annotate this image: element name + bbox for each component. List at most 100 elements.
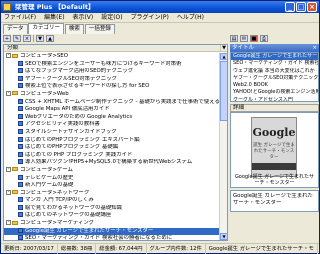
tab-search[interactable]: 検索 xyxy=(64,24,84,34)
vertical-scrollbar[interactable]: ▲ ▼ xyxy=(219,53,227,240)
menu-settings[interactable]: 設定(O) xyxy=(98,13,125,23)
folder-icon xyxy=(12,190,18,195)
bookmark-item[interactable]: はじめてのPHPプログラミング 基礎編 xyxy=(4,144,220,152)
expand-icon[interactable]: - xyxy=(6,90,11,96)
row-label: ヤフー・グーグルSEO対策テクニック xyxy=(25,75,117,82)
title-list-header: タイトル × xyxy=(230,44,319,52)
title-list[interactable]: Google誕生 ガレージで生まれたサー SEO・マーケティング・ガイド 検索社会… xyxy=(230,52,319,102)
title-list-item[interactable]: ウェブ進化論 本当の大変化はこれか xyxy=(231,68,318,75)
bookmark-item[interactable]: SEOで検索エンジンをユーザーも味方につけるキーワード対策術 xyxy=(4,60,220,69)
category-tree[interactable]: 分類 ▼ - コンピュータ>SEO SEOで検索エンジンをユーザーも味方につけるキー… xyxy=(3,44,228,241)
category-node[interactable]: - コンピュータ>マーケティング xyxy=(4,220,220,228)
close-button[interactable]: × xyxy=(307,2,317,12)
bookmark-item[interactable]: 検索上位で表示させるキーワードの探し方 for SEO xyxy=(4,83,220,91)
status-bar: 更新日: 2007/03/17 総冊数: 38冊 総金額: 67,044円 グル… xyxy=(1,243,319,254)
menu-edit[interactable]: 編集(E) xyxy=(41,13,67,23)
bookmark-icon xyxy=(18,128,23,134)
book-cover-title: Google xyxy=(252,126,296,139)
expand-icon[interactable]: - xyxy=(6,53,11,58)
category-node[interactable]: - コンピュータ>Web xyxy=(4,90,220,99)
expand-icon[interactable]: - xyxy=(6,220,11,226)
expand-icon[interactable]: - xyxy=(6,166,11,172)
new-icon[interactable]: + xyxy=(3,35,11,42)
bookmark-icon xyxy=(18,212,23,218)
scroll-up-icon[interactable]: ▲ xyxy=(220,53,227,60)
close-icon[interactable]: × xyxy=(312,44,317,52)
status-count: 総冊数: 38冊 xyxy=(58,244,97,254)
bookmark-icon xyxy=(18,83,23,89)
bookmark-icon xyxy=(18,75,23,81)
title-list-item[interactable]: ヤフー・グーグルSEO対策テクニック xyxy=(231,75,318,82)
bookmark-item[interactable]: マンガ 入門 TCP/IPのしくみ xyxy=(4,197,220,205)
collapse-icon[interactable]: ▲ xyxy=(46,35,54,42)
bookmark-item[interactable]: 導入効果バツグン!PHP5+MySQL5.0で構築する新世代Webシステム xyxy=(4,159,220,167)
bookmark-icon xyxy=(18,121,23,127)
mail-icon[interactable]: ✉ xyxy=(240,35,248,42)
row-label: はじめてのネットワークの基礎講座 xyxy=(25,212,112,219)
edit-icon[interactable]: ✎ xyxy=(13,35,21,42)
maximize-button[interactable]: □ xyxy=(296,2,306,12)
bookmark-icon xyxy=(18,227,23,233)
bookmark-item[interactable]: はじめてのネットワークの基礎講座 xyxy=(4,212,220,220)
folder-icon xyxy=(12,53,18,58)
bookmark-item[interactable]: Google Maps API 徹底活用ガイド xyxy=(4,106,220,114)
row-label: SEOで検索エンジンをユーザーも味方につけるキーワード対策術 xyxy=(25,60,182,67)
tab-data[interactable]: データ xyxy=(3,24,28,34)
bookmark-item[interactable]: はじめてのPHPプログラミング エキスパート編 xyxy=(4,136,220,145)
category-node[interactable]: - コンピュータ>ゲーム xyxy=(4,166,220,175)
menu-plugin[interactable]: プラグイン(P) xyxy=(128,13,172,23)
column-header-label: 分類 xyxy=(7,45,19,51)
bookmark-item[interactable]: テレビゲームの歴史 xyxy=(4,174,220,183)
menu-file[interactable]: ファイル(F) xyxy=(1,13,39,23)
bookmark-icon xyxy=(18,204,23,210)
bookmark-item[interactable]: 絵で見てわかるネットワークの基礎知識 xyxy=(4,204,220,213)
row-label: Google Maps API 徹底活用ガイド xyxy=(25,106,110,113)
bookmark-item[interactable]: Webクリエータのための Google Analytics xyxy=(4,113,220,122)
detail-info-line: Google誕生 ガレージで生まれた xyxy=(233,193,313,199)
bookmark-item[interactable]: スタイルシートデザインガイドブック xyxy=(4,128,220,137)
bookmark-icon xyxy=(18,60,23,66)
window-title: 栞管理 Plus 【Default】 xyxy=(15,3,95,11)
expand-icon[interactable]: - xyxy=(6,189,11,195)
folder-icon xyxy=(12,220,18,225)
column-header[interactable]: 分類 ▼ xyxy=(4,45,227,52)
expand-icon[interactable]: ▼ xyxy=(36,35,44,42)
bookmark-item[interactable]: Google誕生 ガレージで生まれたサーチ・モンスター xyxy=(4,227,220,236)
minimize-button[interactable]: _ xyxy=(285,2,295,12)
scrollbar-thumb[interactable] xyxy=(220,61,227,121)
status-group: グループ内件数: 12件 xyxy=(147,244,206,254)
title-list-item[interactable]: Google誕生 ガレージで生まれたサー xyxy=(231,53,318,61)
tab-category[interactable]: カテゴリー xyxy=(28,23,64,34)
book-icon[interactable]: ▤ xyxy=(230,35,238,42)
category-node[interactable]: - コンピュータ>SEO xyxy=(4,53,220,61)
row-label: はじめての PHP プログラミング 実践ガイド xyxy=(25,151,133,158)
category-node[interactable]: - コンピュータ>ネットワーク xyxy=(4,189,220,198)
stop-icon[interactable]: ■ xyxy=(250,35,258,42)
status-current: Google誕生 ガレージで生まれたサーチ・モ xyxy=(206,244,318,254)
tab-bulk-register[interactable]: 一括登録 xyxy=(84,24,115,34)
bookmark-item[interactable]: はてなブックマーク活用のSEO的テクニック xyxy=(4,68,220,76)
title-list-item[interactable]: グーグル・アドセンス入門 xyxy=(231,97,318,101)
bookmark-item[interactable]: CSS + XHTML ホームページ制作テクニック - 基礎から実践まで仕事術で… xyxy=(4,98,220,107)
bookmark-item[interactable]: ヤフー・グーグルSEO対策テクニック xyxy=(4,75,220,84)
bookmark-item[interactable]: はじめての PHP プログラミング 実践ガイド xyxy=(4,151,220,160)
title-list-item[interactable]: YAHOO!とGoogleの検索エンジン活用 xyxy=(231,89,318,96)
bookmark-item[interactable]: アクセシビリティ実践の教科書 xyxy=(4,121,220,129)
book-detail: Google 誕生 ガレージで生まれたサーチ・モンスター Google誕生 ガレ… xyxy=(230,112,319,188)
row-label: はじめてのPHPプログラミング 基礎編 xyxy=(25,144,119,151)
bookmark-item[interactable]: SEO・マーケティング・ガイド 検索社会の勝者になるために xyxy=(4,235,220,240)
chevron-down-icon[interactable]: ▼ xyxy=(220,45,227,52)
print-icon[interactable]: ⎙ xyxy=(260,35,268,42)
status-total: 総金額: 67,044円 xyxy=(96,244,147,254)
bookmark-item[interactable]: 新入門ゲームの基礎 xyxy=(4,182,220,190)
title-list-item[interactable]: SEO・マーケティング・ガイド 検索社会 xyxy=(231,60,318,67)
menu-help[interactable]: ヘルプ(H) xyxy=(174,13,207,23)
book-cover-image: Google 誕生 ガレージで生まれたサーチ・モンスター xyxy=(251,117,297,177)
book-cover-band xyxy=(252,163,296,170)
menu-view[interactable]: 表示(V) xyxy=(69,13,96,23)
bookmark-icon xyxy=(18,144,23,150)
delete-icon[interactable]: × xyxy=(23,35,31,42)
status-updated: 更新日: 2007/03/17 xyxy=(1,244,58,254)
scroll-down-icon[interactable]: ▼ xyxy=(220,233,227,240)
title-list-item[interactable]: Web2.0 BOOK xyxy=(231,82,318,89)
